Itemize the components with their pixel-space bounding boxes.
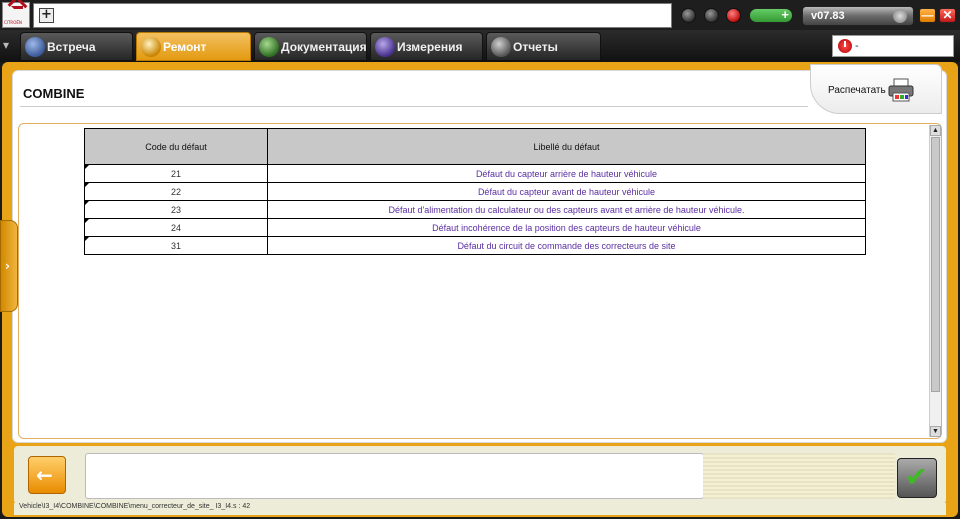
email-icon[interactable]: [726, 8, 741, 23]
table-row[interactable]: 23 Défaut d'alimentation du calculateur …: [84, 200, 866, 219]
table-row[interactable]: 31 Défaut du circuit de commande des cor…: [84, 236, 866, 255]
tab-documentation[interactable]: Документация: [254, 32, 367, 61]
main-tabs: ▾ Встреча Ремонт Документация Измерения …: [0, 30, 960, 62]
tab-label: Ремонт: [163, 40, 207, 54]
magnifier-icon: [141, 37, 161, 57]
waveform-icon: [375, 37, 395, 57]
scroll-up-icon[interactable]: ▲: [930, 125, 941, 136]
table-header-row: Code du défaut Libellé du défaut: [84, 128, 866, 165]
top-bar: CITROËN + v07.83 — ✕: [0, 0, 960, 30]
bottom-stripes: [703, 453, 895, 499]
chevron-down-icon[interactable]: ▾: [3, 38, 17, 52]
message-area: [85, 453, 704, 499]
fault-label[interactable]: Défaut d'alimentation du calculateur ou …: [267, 200, 866, 219]
tab-label: Отчеты: [513, 40, 558, 54]
print-label: Распечатать: [828, 85, 886, 96]
citroen-chevrons-icon: [11, 6, 23, 18]
search-value: -: [855, 40, 859, 52]
column-header-label: Libellé du défaut: [267, 128, 866, 165]
document-icon: [259, 37, 279, 57]
tab-label: Измерения: [397, 40, 463, 54]
status-path: Vehicle\I3_I4\COMBINE\COMBINE\menu_corre…: [19, 503, 251, 510]
fault-codes-table: Code du défaut Libellé du défaut 21 Défa…: [84, 128, 866, 255]
chevron-right-icon: ›: [5, 259, 10, 273]
table-row[interactable]: 21 Défaut du capteur arrière de hauteur …: [84, 164, 866, 183]
power-icon[interactable]: [838, 39, 852, 53]
table-row[interactable]: 22 Défaut du capteur avant de hauteur vé…: [84, 182, 866, 201]
scrollbar-thumb[interactable]: [931, 137, 940, 392]
reception-icon: [25, 37, 45, 57]
logo-text: CITROËN: [4, 20, 22, 25]
back-button[interactable]: [28, 456, 66, 494]
search-input[interactable]: -: [832, 35, 954, 57]
tab-measurements[interactable]: Измерения: [370, 32, 483, 61]
tab-reception[interactable]: Встреча: [20, 32, 133, 61]
fault-code: 31: [84, 236, 268, 255]
tab-reports[interactable]: Отчеты: [486, 32, 601, 61]
volume-knob-icon[interactable]: [893, 9, 907, 23]
address-bar[interactable]: +: [33, 3, 672, 28]
print-button[interactable]: Распечатать: [810, 64, 942, 114]
fault-label[interactable]: Défaut du capteur arrière de hauteur véh…: [267, 164, 866, 183]
column-header-code: Code du défaut: [84, 128, 268, 165]
table-row[interactable]: 24 Défaut incohérence de la position des…: [84, 218, 866, 237]
fault-code: 23: [84, 200, 268, 219]
fault-label[interactable]: Défaut incohérence de la position des ca…: [267, 218, 866, 237]
download-icon[interactable]: [681, 8, 696, 23]
fault-label[interactable]: Défaut du capteur avant de hauteur véhic…: [267, 182, 866, 201]
side-panel-toggle[interactable]: ›: [0, 220, 18, 312]
tab-label: Документация: [281, 40, 367, 54]
fault-code: 24: [84, 218, 268, 237]
tab-label: Встреча: [47, 40, 96, 54]
version-indicator: v07.83: [802, 6, 914, 26]
add-tab-button[interactable]: +: [39, 8, 54, 23]
tab-repair[interactable]: Ремонт: [136, 32, 251, 61]
validate-button[interactable]: [897, 458, 937, 498]
vertical-scrollbar[interactable]: ▲ ▼: [929, 125, 941, 437]
title-divider: [20, 106, 808, 107]
minimize-button[interactable]: —: [919, 8, 936, 23]
fault-label[interactable]: Défaut du circuit de commande des correc…: [267, 236, 866, 255]
page-title: COMBINE: [23, 86, 85, 101]
close-button[interactable]: ✕: [939, 8, 956, 23]
status-bar: Vehicle\I3_I4\COMBINE\COMBINE\menu_corre…: [14, 503, 946, 515]
home-icon[interactable]: [704, 8, 719, 23]
connection-toggle[interactable]: [749, 7, 793, 23]
version-text: v07.83: [811, 10, 845, 22]
printer-icon: [888, 78, 914, 102]
fault-code: 22: [84, 182, 268, 201]
fault-code: 21: [84, 164, 268, 183]
scroll-down-icon[interactable]: ▼: [930, 426, 941, 437]
report-icon: [491, 37, 511, 57]
citroen-logo: CITROËN: [2, 2, 30, 28]
